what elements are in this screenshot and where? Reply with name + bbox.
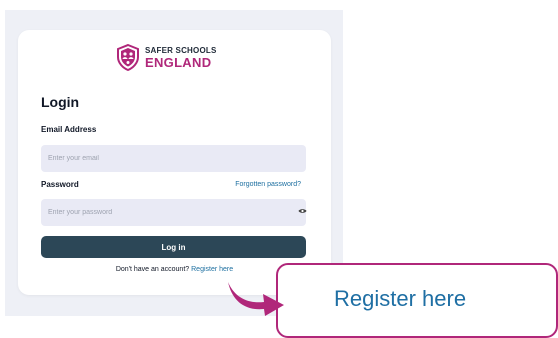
shield-people-icon xyxy=(117,44,139,71)
email-input[interactable] xyxy=(41,145,306,172)
login-button[interactable]: Log in xyxy=(41,236,306,258)
login-title: Login xyxy=(41,94,80,110)
password-input[interactable] xyxy=(41,199,306,226)
brand-line1: SAFER SCHOOLS xyxy=(145,45,217,55)
callout-register-text: Register here xyxy=(334,286,467,311)
register-link[interactable]: Register here xyxy=(191,266,233,273)
brand-logo: SAFER SCHOOLS ENGLAND xyxy=(116,44,217,71)
curved-arrow-icon xyxy=(228,282,284,316)
eye-icon[interactable] xyxy=(298,208,307,214)
forgot-password-link[interactable]: Forgotten password? xyxy=(235,181,301,188)
password-label: Password xyxy=(41,180,79,189)
register-prompt-text: Don't have an account? xyxy=(115,266,190,273)
email-label: Email Address xyxy=(41,125,97,134)
brand-line2: ENGLAND xyxy=(145,54,212,70)
